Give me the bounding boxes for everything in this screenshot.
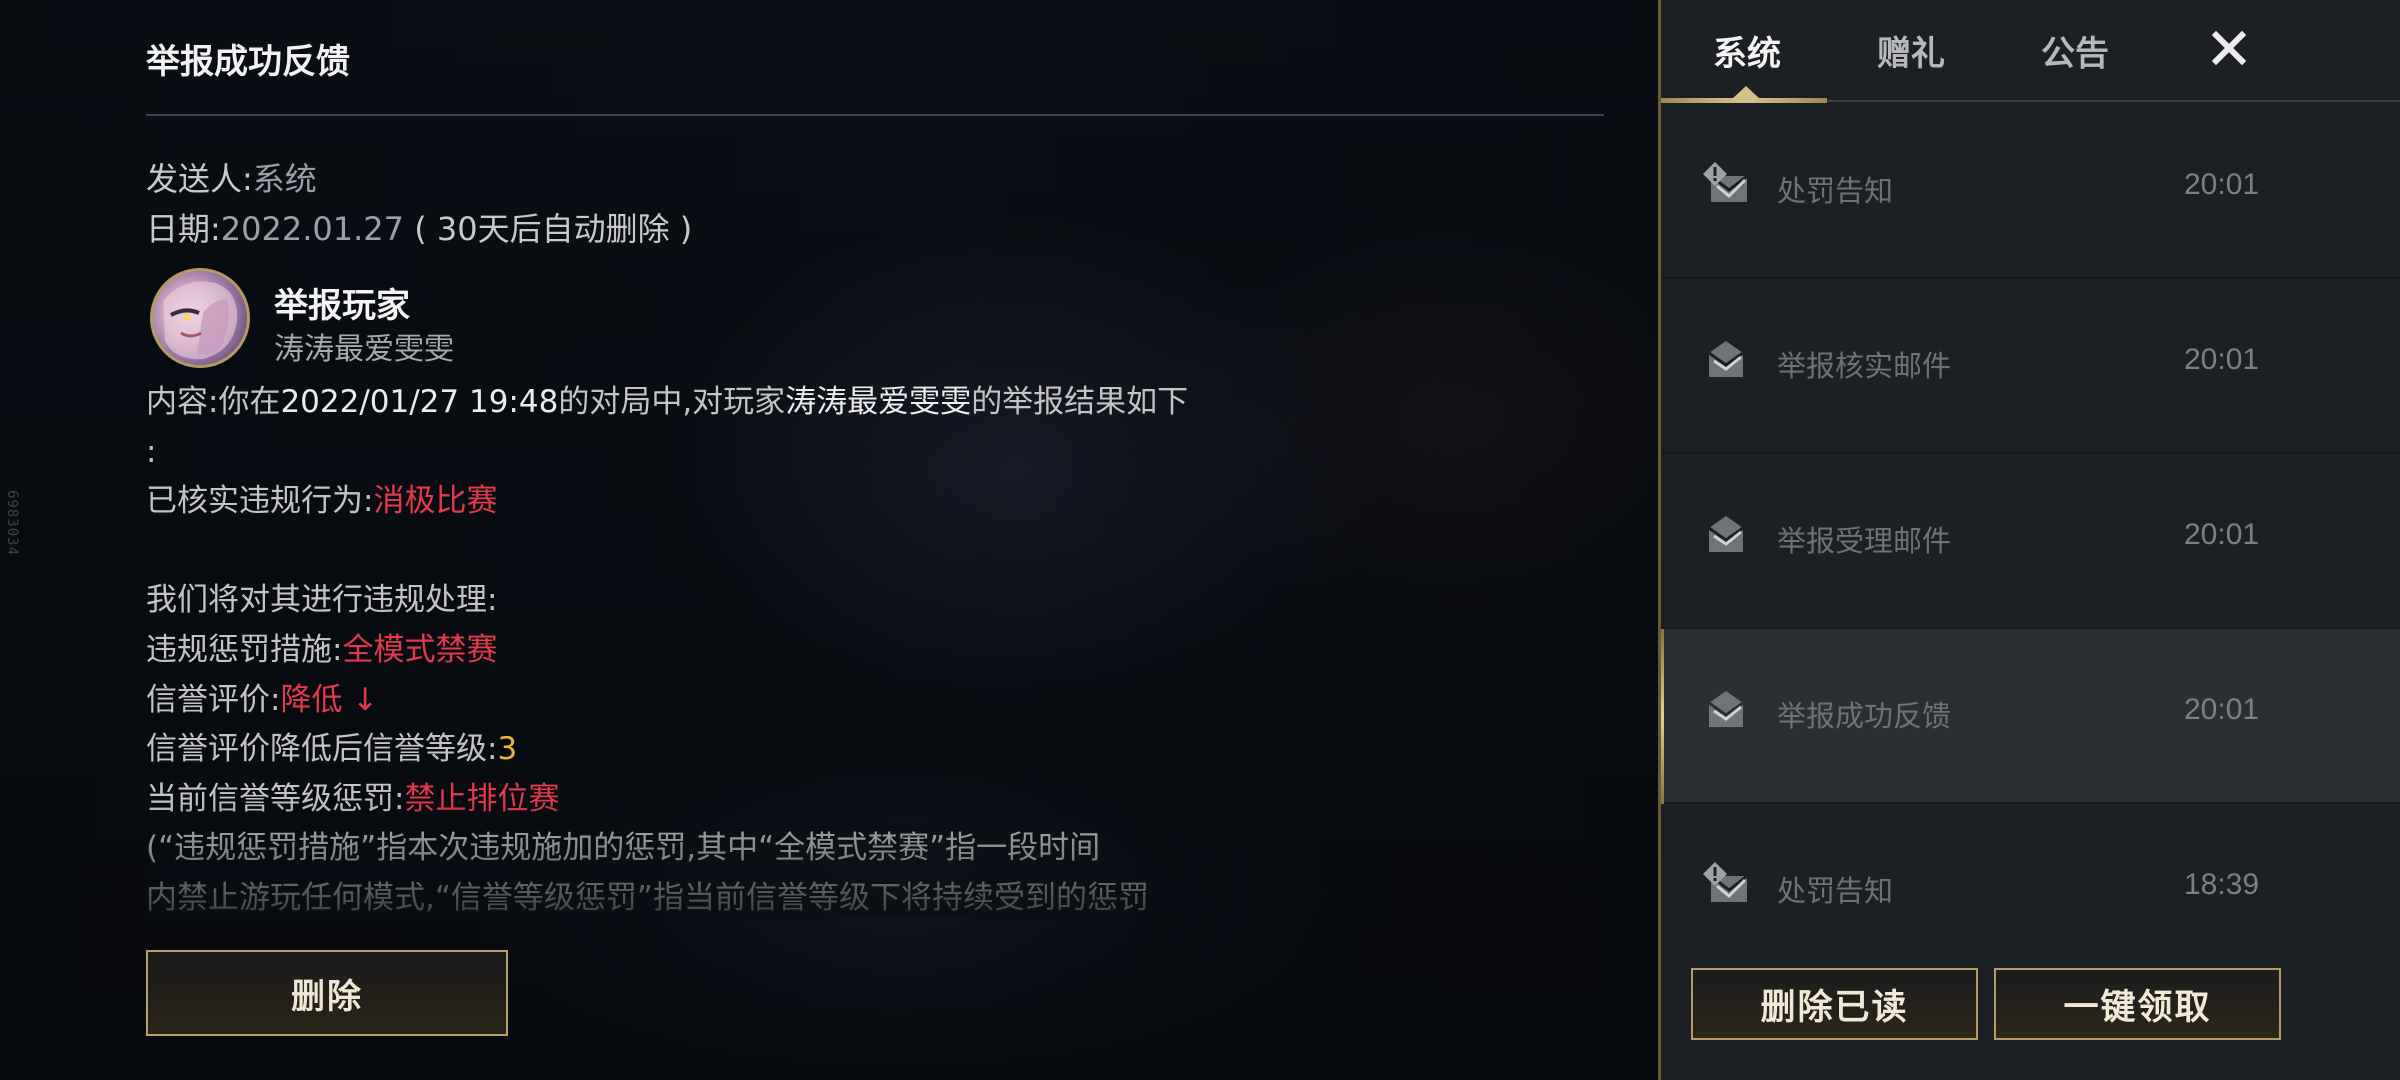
verified-label: 已核实违规行为: bbox=[146, 483, 374, 520]
mail-alert-icon bbox=[1701, 860, 1751, 910]
content-suffix: 的举报结果如下 bbox=[971, 384, 1189, 420]
mail-item[interactable]: 举报核实邮件 20:01 bbox=[1661, 279, 2400, 454]
mail-time: 20:01 bbox=[2184, 343, 2260, 376]
reported-player-avatar bbox=[150, 268, 250, 368]
mail-read-icon bbox=[1701, 510, 1751, 560]
tab-system[interactable]: 系统 bbox=[1713, 26, 1781, 75]
mail-alert-icon bbox=[1701, 160, 1751, 210]
close-button[interactable] bbox=[2201, 20, 2257, 76]
date-value: 2022.01.27 bbox=[220, 210, 405, 248]
content-player: 涛涛最爱雯雯 bbox=[785, 384, 972, 420]
active-tab-caret bbox=[1732, 86, 1760, 99]
selected-indicator bbox=[1661, 629, 1664, 804]
close-icon bbox=[2211, 30, 2247, 66]
reported-player-name: 涛涛最爱雯雯 bbox=[274, 332, 454, 367]
mail-item-selected[interactable]: 举报成功反馈 20:01 bbox=[1661, 629, 2400, 804]
process-intro: 我们将对其进行违规处理: bbox=[146, 582, 498, 619]
sender-value: 系统 bbox=[252, 160, 317, 198]
current-penalty-value: 禁止排位赛 bbox=[404, 780, 560, 817]
mail-time: 20:01 bbox=[2184, 518, 2260, 551]
content-mid: 的对局中,对玩家 bbox=[558, 384, 786, 420]
tab-notice[interactable]: 公告 bbox=[2041, 26, 2109, 75]
delete-read-button[interactable]: 删除已读 bbox=[1691, 968, 1978, 1040]
current-penalty-line: 当前信誉等级惩罚:禁止排位赛 bbox=[146, 775, 1226, 825]
mail-item[interactable]: 举报受理邮件 20:01 bbox=[1661, 454, 2400, 629]
mail-read-icon bbox=[1701, 685, 1751, 735]
verified-value: 消极比赛 bbox=[373, 483, 498, 520]
delete-button[interactable]: 删除 bbox=[146, 950, 508, 1036]
mail-detail: 举报成功反馈 发送人:系统 日期:2022.01.27 ( 30天后自动删除 )… bbox=[146, 0, 1606, 1080]
mail-item[interactable]: 处罚告知 18:39 bbox=[1661, 804, 2400, 924]
date-label: 日期: bbox=[146, 210, 221, 248]
current-penalty-label: 当前信誉等级惩罚: bbox=[146, 780, 405, 817]
date-note: ( 30天后自动删除 ) bbox=[414, 210, 693, 248]
penalty-line: 违规惩罚措施:全模式禁赛 bbox=[146, 626, 1226, 676]
mail-read-icon bbox=[1701, 335, 1751, 385]
verified-line: 已核实违规行为:消极比赛 bbox=[146, 477, 1226, 527]
penalty-value: 全模式禁赛 bbox=[342, 631, 498, 668]
mail-subject: 举报成功反馈 bbox=[1777, 699, 1952, 733]
mail-title: 举报成功反馈 bbox=[146, 42, 350, 82]
content-line: 内容:你在2022/01/27 19:48的对局中,对玩家涛涛最爱雯雯的举报结果… bbox=[146, 378, 1226, 428]
content-colon: : bbox=[146, 433, 157, 470]
mail-subject: 举报受理邮件 bbox=[1777, 524, 1952, 558]
title-divider bbox=[146, 114, 1604, 116]
tab-gift[interactable]: 赠礼 bbox=[1877, 26, 1945, 75]
sender-line: 发送人:系统 bbox=[146, 154, 317, 200]
content-prefix: 内容:你在 bbox=[146, 384, 281, 420]
sender-label: 发送人: bbox=[146, 160, 253, 198]
mail-subject: 处罚告知 bbox=[1777, 174, 1894, 208]
credit-level-label: 信誉评价降低后信誉等级: bbox=[146, 731, 498, 768]
mail-time: 20:01 bbox=[2184, 693, 2260, 726]
mail-subject: 处罚告知 bbox=[1777, 874, 1894, 908]
mail-time: 20:01 bbox=[2184, 168, 2260, 201]
date-line: 日期:2022.01.27 ( 30天后自动删除 ) bbox=[146, 204, 692, 250]
note-line-1: (“违规惩罚措施”指本次违规施加的惩罚,其中“全模式禁赛”指一段时间 bbox=[146, 830, 1101, 867]
credit-line: 信誉评价:降低 ↓ bbox=[146, 676, 1226, 726]
mail-time: 18:39 bbox=[2184, 868, 2260, 901]
reported-player-title: 举报玩家 bbox=[274, 286, 410, 326]
mail-list-panel: 系统 赠礼 公告 处罚告知 20:01 举报核实邮件 20:01 举报受理邮件 … bbox=[1658, 0, 2400, 1080]
mail-item[interactable]: 处罚告知 20:01 bbox=[1661, 104, 2400, 279]
credit-value: 降低 ↓ bbox=[280, 681, 379, 718]
credit-level-value: 3 bbox=[497, 731, 518, 768]
credit-label: 信誉评价: bbox=[146, 681, 281, 718]
mail-subject: 举报核实邮件 bbox=[1777, 349, 1952, 383]
mail-tabs: 系统 赠礼 公告 bbox=[1661, 0, 2400, 104]
avatar-portrait-icon bbox=[163, 281, 238, 360]
mail-body: 内容:你在2022/01/27 19:48的对局中,对玩家涛涛最爱雯雯的举报结果… bbox=[146, 378, 1226, 918]
penalty-label: 违规惩罚措施: bbox=[146, 631, 343, 668]
content-match-time: 2022/01/27 19:48 bbox=[280, 384, 559, 420]
credit-level-line: 信誉评价降低后信誉等级:3 bbox=[146, 725, 1226, 775]
mail-list: 处罚告知 20:01 举报核实邮件 20:01 举报受理邮件 20:01 举报成… bbox=[1661, 104, 2400, 924]
claim-all-button[interactable]: 一键领取 bbox=[1994, 968, 2281, 1040]
side-id-text: 6983034 bbox=[4, 490, 20, 557]
note-line-2: 内禁止游玩任何模式,“信誉等级惩罚”指当前信誉等级下将持续受到的惩罚 bbox=[146, 879, 1149, 916]
